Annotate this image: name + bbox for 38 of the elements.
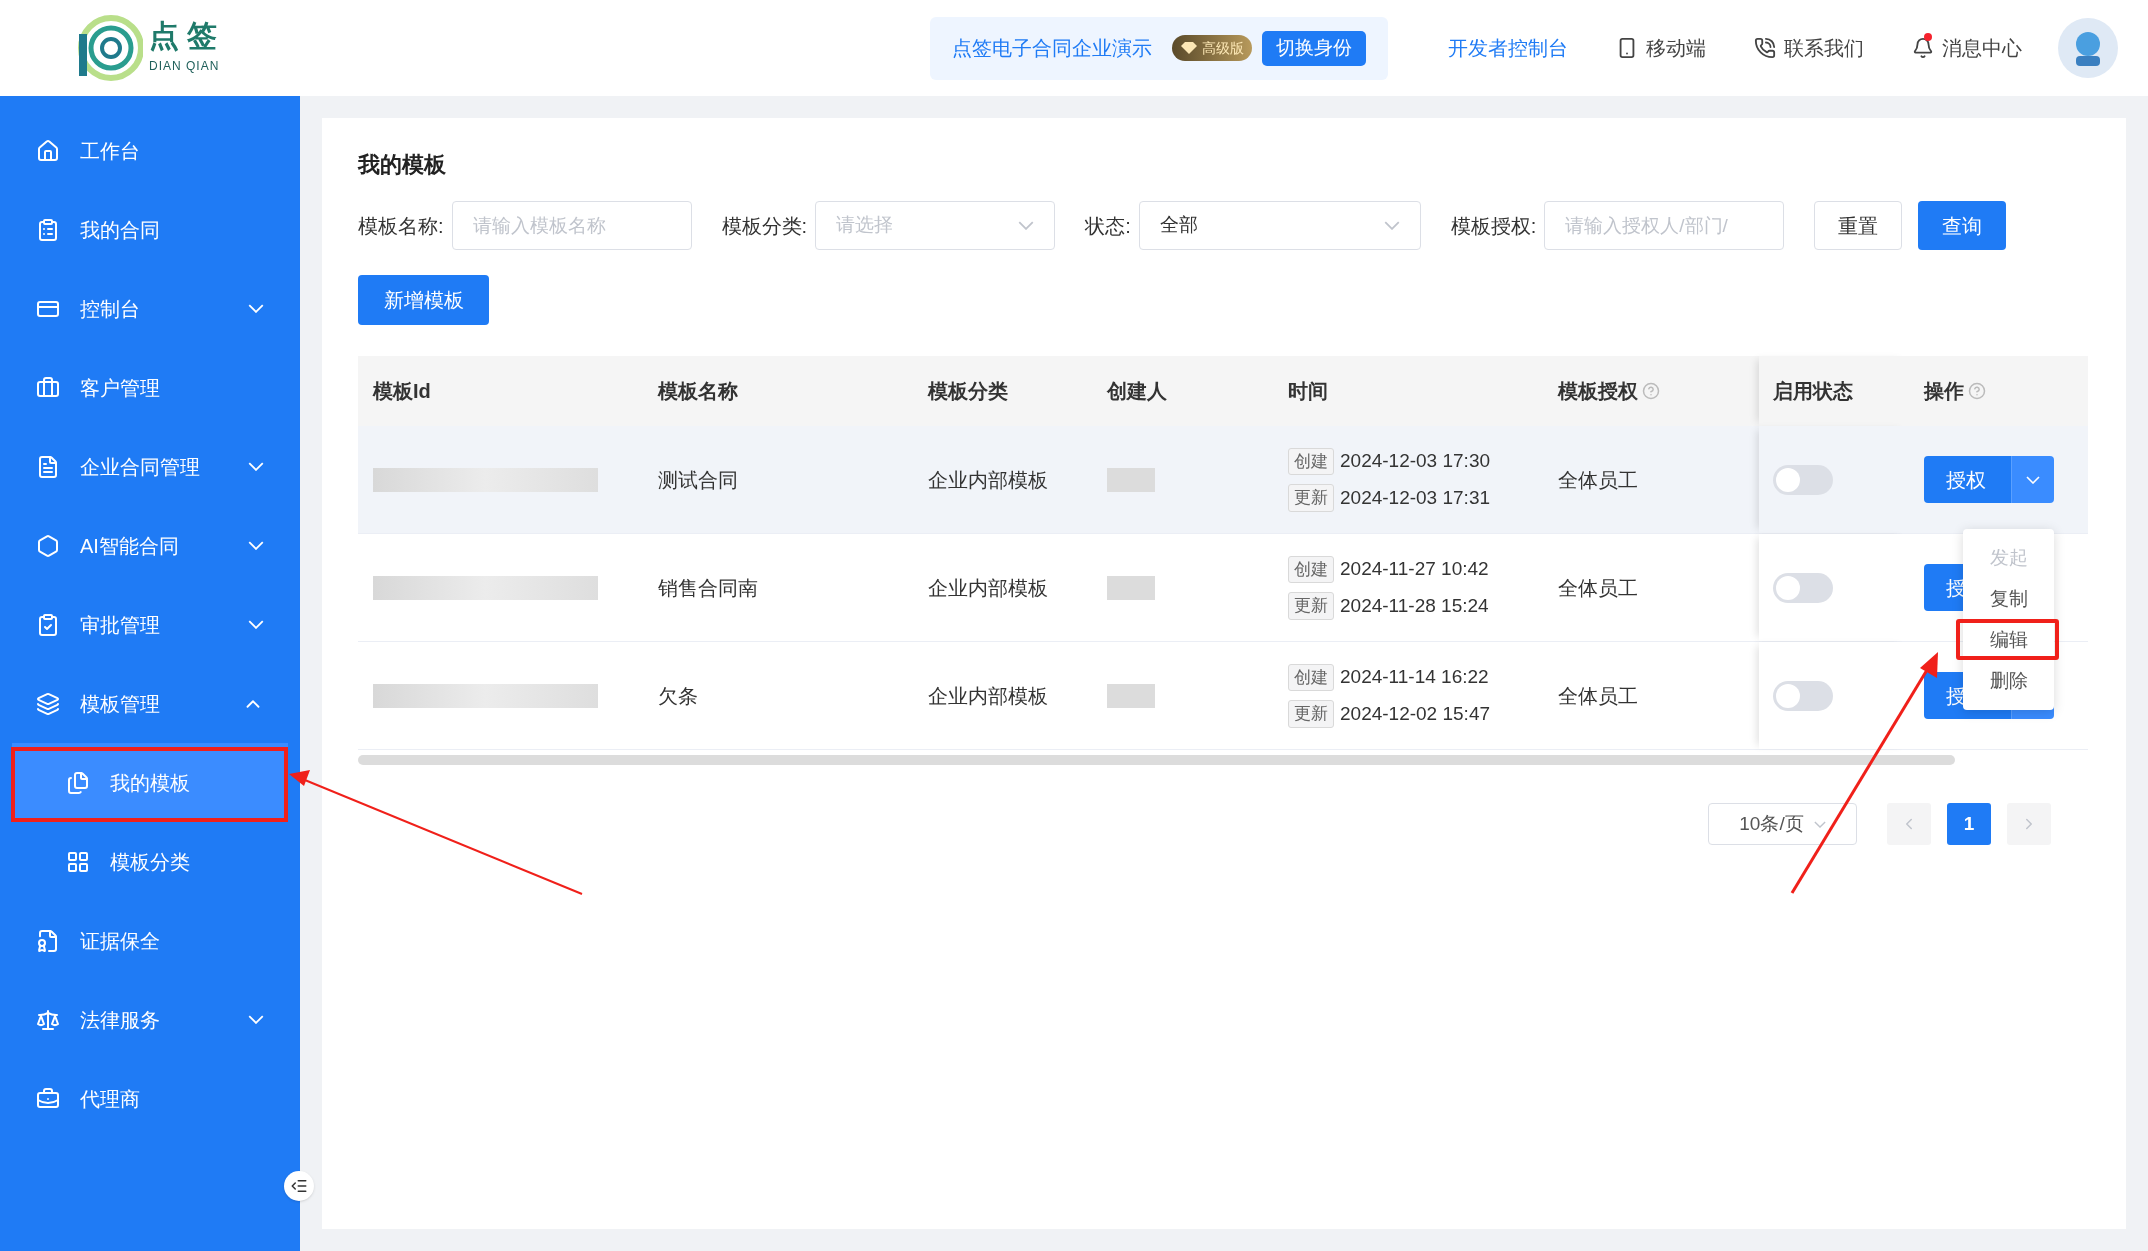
time-tag: 更新 xyxy=(1288,592,1334,620)
table-cell-text: 2024-11-27 10:42 xyxy=(1340,557,1489,581)
table-cell-text: 2024-12-03 17:30 xyxy=(1340,449,1490,473)
time-tag: 更新 xyxy=(1288,484,1334,512)
column-header: 模板分类 xyxy=(928,379,1008,404)
table-cell: 欠条 xyxy=(658,684,698,707)
column-header: 模板Id xyxy=(373,379,431,404)
plan-badge: 高级版 xyxy=(1172,35,1252,61)
table-cell: 全体员工 xyxy=(1558,576,1638,599)
table-cell-text: 2024-11-14 16:22 xyxy=(1340,665,1489,689)
table-cell: 销售合同南 xyxy=(658,576,758,599)
table-cell: 企业内部模板 xyxy=(928,684,1048,707)
column-header: 操作 xyxy=(1924,379,1964,404)
filter-label: 模板授权: xyxy=(1450,213,1537,239)
table-cell-text: 2024-12-03 17:31 xyxy=(1340,485,1490,510)
company-name: 点签电子合同企业演示 xyxy=(952,36,1152,61)
logo-title: 点 签 xyxy=(149,21,219,51)
column-header: 时间 xyxy=(1288,379,1328,404)
filter-label: 状态: xyxy=(1085,213,1131,239)
page-title: 我的模板 xyxy=(358,151,447,179)
table-cell-text: 2024-12-02 15:47 xyxy=(1340,701,1490,726)
table-cell: 全体员工 xyxy=(1558,684,1638,707)
table-cell: 企业内部模板 xyxy=(928,468,1048,491)
column-header: 模板授权 xyxy=(1558,379,1638,404)
time-tag: 创建 xyxy=(1288,447,1334,475)
table-cell: 全体员工 xyxy=(1558,468,1638,491)
filter-label: 模板分类: xyxy=(721,213,808,239)
time-tag: 创建 xyxy=(1288,663,1334,691)
table-cell: 企业内部模板 xyxy=(928,576,1048,599)
table-cell: 测试合同 xyxy=(658,468,738,491)
column-header: 模板名称 xyxy=(658,379,738,404)
table-cell-text: 2024-11-28 15:24 xyxy=(1340,593,1489,618)
logo-subtitle: DIAN QIAN xyxy=(149,58,220,75)
time-tag: 更新 xyxy=(1288,700,1334,728)
column-header: 启用状态 xyxy=(1773,379,1853,404)
time-tag: 创建 xyxy=(1288,555,1334,583)
filter-label: 模板名称: xyxy=(358,213,444,239)
column-header: 创建人 xyxy=(1107,379,1167,404)
